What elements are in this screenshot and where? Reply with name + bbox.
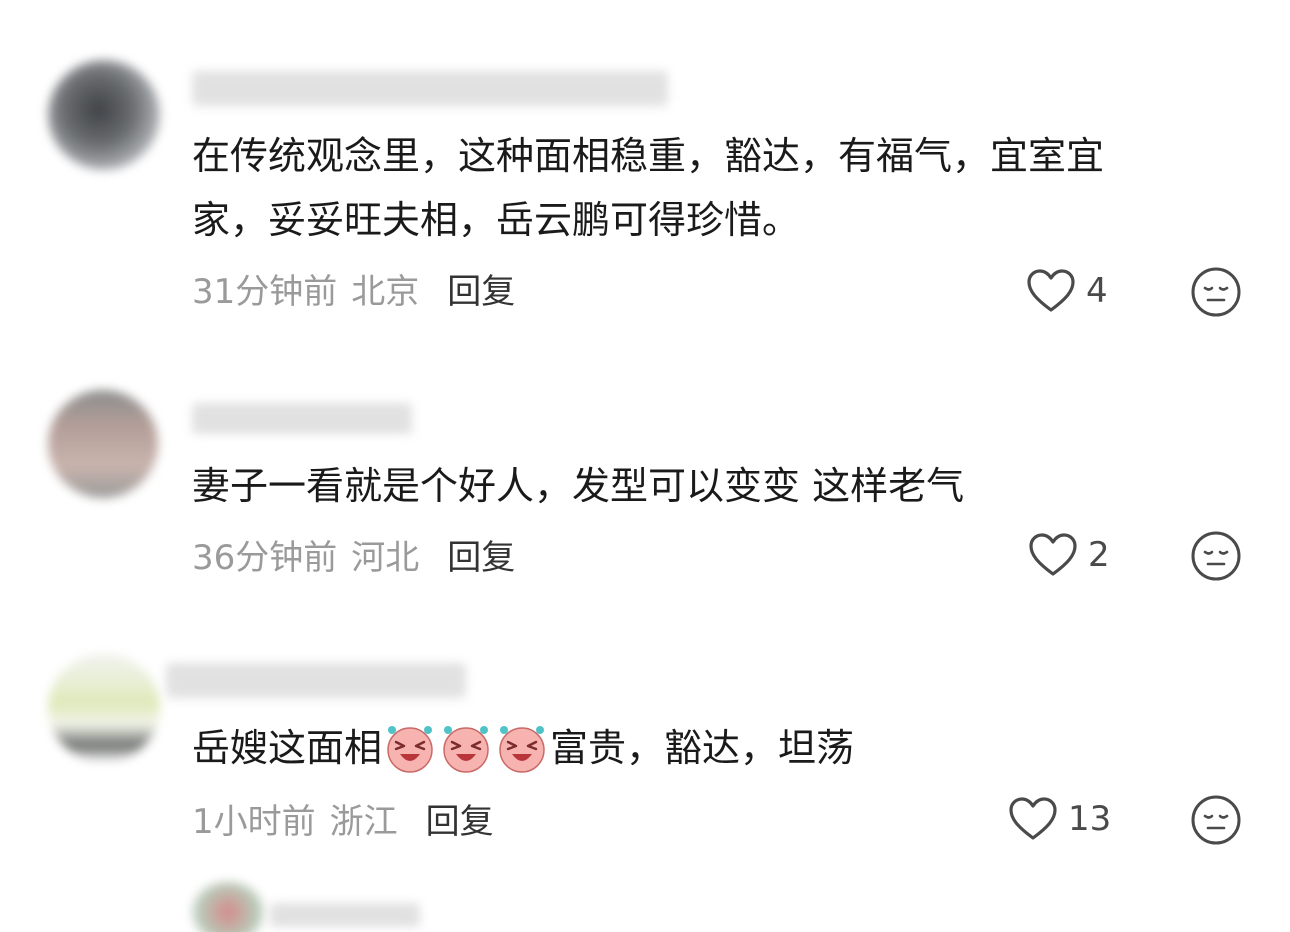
laughing-pink-face-emoji	[443, 726, 489, 773]
meh-face-icon[interactable]	[1190, 794, 1242, 846]
meh-face-icon[interactable]	[1190, 266, 1242, 318]
comment-time: 31分钟前	[192, 272, 338, 312]
comment-text-line: 家，妥妥旺夫相，岳云鹏可得珍惜。	[192, 198, 801, 242]
avatar[interactable]	[192, 882, 264, 932]
username-blurred[interactable]	[270, 904, 420, 928]
username-blurred[interactable]	[192, 72, 668, 106]
comment-meta: 1小时前 浙江 回复	[192, 794, 494, 843]
comment-text-line: 岳嫂这面相 富贵，豁达，坦荡	[192, 716, 854, 780]
laughing-pink-face-emoji	[387, 726, 433, 773]
like-count: 4	[1086, 271, 1108, 311]
reply-button[interactable]: 回复	[426, 794, 494, 843]
heart-outline-icon	[1027, 269, 1075, 312]
reply-button[interactable]: 回复	[447, 530, 515, 579]
like-count: 13	[1068, 799, 1112, 839]
comment-list: 在传统观念里，这种面相稳重，豁达，有福气，宜室宜 家，妥妥旺夫相，岳云鹏可得珍惜…	[0, 0, 1290, 932]
comment-location: 河北	[351, 538, 420, 578]
comment-text-line: 妻子一看就是个好人，发型可以变变 这样老气	[192, 464, 965, 508]
like-button[interactable]: 4	[1026, 268, 1108, 314]
meh-face-icon[interactable]	[1190, 530, 1242, 582]
comment-location: 浙江	[329, 802, 398, 842]
comment-text-after-emoji: 富贵，豁达，坦荡	[550, 726, 855, 770]
avatar[interactable]	[48, 60, 160, 170]
reply-button[interactable]: 回复	[447, 264, 515, 313]
avatar[interactable]	[48, 654, 160, 762]
heart-outline-icon	[1029, 533, 1077, 576]
comment-meta: 36分钟前 河北 回复	[192, 530, 515, 579]
comment-text-line: 在传统观念里，这种面相稳重，豁达，有福气，宜室宜	[192, 134, 1105, 178]
comment-text-before-emoji: 岳嫂这面相	[192, 726, 383, 770]
comment-time: 1小时前	[192, 802, 316, 842]
username-blurred[interactable]	[192, 404, 412, 434]
like-button[interactable]: 13	[1008, 796, 1111, 842]
comment-time: 36分钟前	[192, 538, 338, 578]
laughing-pink-face-emoji	[499, 726, 545, 773]
username-blurred[interactable]	[166, 664, 466, 698]
heart-outline-icon	[1009, 797, 1057, 840]
avatar[interactable]	[48, 390, 158, 498]
comment-location: 北京	[351, 272, 420, 312]
like-count: 2	[1088, 535, 1110, 575]
comment-meta: 31分钟前 北京 回复	[192, 264, 515, 313]
like-button[interactable]: 2	[1028, 532, 1110, 578]
